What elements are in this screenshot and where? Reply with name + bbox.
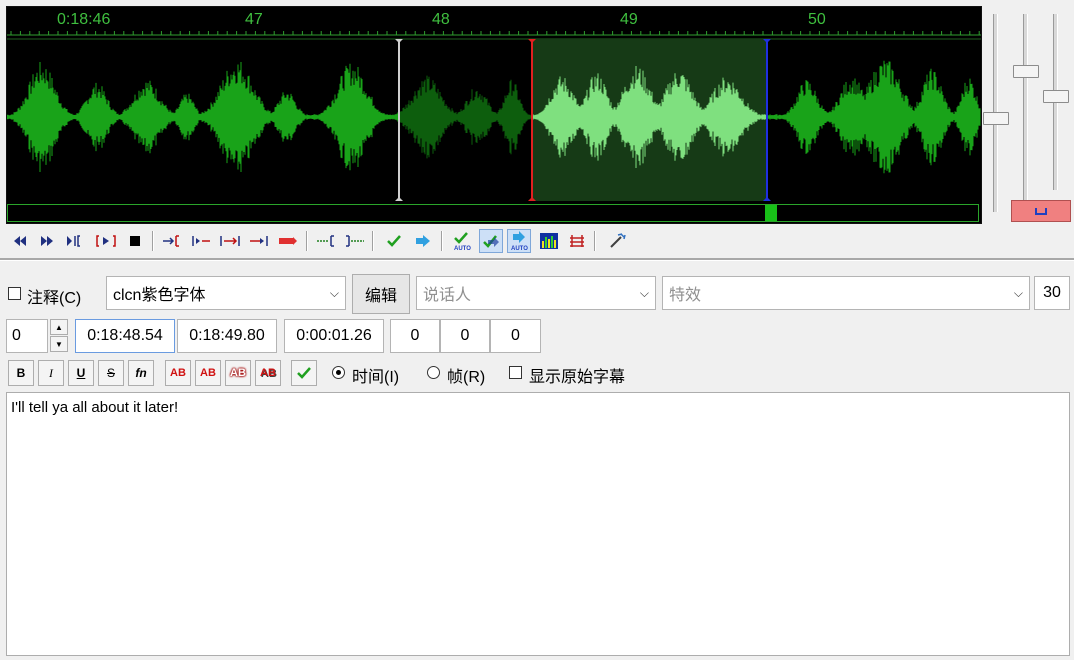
- secondary-color-button[interactable]: AB: [195, 360, 221, 386]
- volume-slider-thumb[interactable]: [1013, 65, 1039, 78]
- italic-button[interactable]: I: [38, 360, 64, 386]
- ruler-label: 0:18:46: [57, 11, 111, 28]
- primary-color-button[interactable]: AB: [165, 360, 191, 386]
- next-arrow-icon[interactable]: [411, 229, 435, 253]
- shadow-color-label: AB: [260, 367, 276, 379]
- duration-value: 0:00:01.26: [296, 327, 372, 344]
- split-icon[interactable]: [565, 229, 589, 253]
- style-select-value: clcn紫色字体: [113, 287, 206, 304]
- effect-placeholder: 特效: [669, 287, 702, 304]
- audio-waveform-display[interactable]: 0:18:46 47 48 49 50: [6, 6, 982, 224]
- underline-button[interactable]: U: [68, 360, 94, 386]
- play-after-icon[interactable]: [276, 229, 300, 253]
- set-begin-icon[interactable]: [314, 229, 338, 253]
- stop-icon[interactable]: [123, 229, 147, 253]
- commit-button[interactable]: [291, 360, 317, 386]
- wand-icon[interactable]: [606, 229, 630, 253]
- actor-select[interactable]: 说话人 ⌵: [416, 276, 656, 310]
- start-time-value: 0:18:48.54: [87, 327, 163, 344]
- outline-color-label: AB: [230, 367, 246, 379]
- bold-button[interactable]: B: [8, 360, 34, 386]
- margin-left-value: 0: [410, 327, 420, 344]
- frame-mode-radio[interactable]: [427, 366, 440, 379]
- audio-toolbar: AUTO AUTO: [8, 229, 648, 255]
- fast-forward-icon[interactable]: [35, 229, 59, 253]
- bold-label: B: [16, 366, 26, 380]
- play-begin-icon[interactable]: [189, 229, 213, 253]
- commit-check-icon[interactable]: [382, 229, 406, 253]
- rewind-icon[interactable]: [8, 229, 32, 253]
- duration-input[interactable]: 0:00:01.26: [284, 319, 384, 353]
- chevron-down-icon: ⌵: [1013, 286, 1023, 300]
- outline-color-button[interactable]: AB: [225, 360, 251, 386]
- comment-label[interactable]: 注释(C): [27, 284, 81, 308]
- layer-spin-down[interactable]: ▼: [50, 336, 68, 352]
- layer-input[interactable]: 0: [6, 319, 48, 353]
- volume-slider-track[interactable]: [1023, 14, 1028, 212]
- layer-spin-up[interactable]: ▲: [50, 319, 68, 335]
- vzoom-slider-thumb[interactable]: [1043, 90, 1069, 103]
- primary-color-label: AB: [170, 367, 186, 379]
- margin-vertical-input[interactable]: 0: [490, 319, 541, 353]
- auto-check-icon[interactable]: [479, 229, 503, 253]
- end-time-input[interactable]: 0:18:49.80: [177, 319, 277, 353]
- check-icon: [297, 367, 311, 379]
- margin-right-value: 0: [460, 327, 470, 344]
- char-count-value: 30: [1043, 284, 1061, 301]
- play-selection-icon[interactable]: [94, 229, 118, 253]
- ruler-label: 49: [620, 11, 638, 28]
- shadow-color-button[interactable]: AB: [255, 360, 281, 386]
- link-icon: [1035, 208, 1047, 215]
- end-time-value: 0:18:49.80: [189, 327, 265, 344]
- chevron-down-icon: ⌵: [329, 286, 339, 300]
- waveform-scrollbar[interactable]: [7, 204, 979, 222]
- link-sliders-button[interactable]: [1011, 200, 1071, 222]
- layer-value: 0: [12, 327, 21, 344]
- comment-checkbox[interactable]: [8, 287, 21, 300]
- strikeout-label: S: [106, 366, 115, 380]
- ruler-label: 48: [432, 11, 450, 28]
- waveform-scroll-thumb[interactable]: [765, 205, 777, 221]
- time-mode-radio[interactable]: [332, 366, 345, 379]
- font-label: fn: [135, 366, 147, 380]
- style-select[interactable]: clcn紫色字体 ⌵: [106, 276, 346, 310]
- time-mode-label[interactable]: 时间(I): [352, 363, 399, 387]
- set-end-icon[interactable]: [343, 229, 367, 253]
- play-region-icon[interactable]: [218, 229, 242, 253]
- font-button[interactable]: fn: [128, 360, 154, 386]
- actor-placeholder: 说话人: [423, 287, 472, 304]
- edit-style-label: 编辑: [364, 288, 397, 305]
- auto-next-icon[interactable]: AUTO: [507, 229, 531, 253]
- subtitle-text: I'll tell ya all about it later!: [11, 399, 179, 416]
- start-time-input[interactable]: 0:18:48.54: [75, 319, 175, 353]
- ruler-label: 50: [808, 11, 826, 28]
- char-count-field: 30: [1034, 276, 1070, 310]
- waveform-canvas[interactable]: [7, 7, 981, 223]
- auto-commit-icon[interactable]: AUTO: [450, 229, 474, 253]
- spectrum-icon[interactable]: [537, 229, 561, 253]
- effect-select[interactable]: 特效 ⌵: [662, 276, 1030, 310]
- chevron-down-icon: ⌵: [639, 286, 649, 300]
- secondary-color-label: AB: [200, 367, 216, 379]
- svg-text:AUTO: AUTO: [454, 246, 471, 252]
- show-original-label[interactable]: 显示原始字幕: [529, 363, 625, 387]
- play-end-icon[interactable]: [247, 229, 271, 253]
- strikeout-button[interactable]: S: [98, 360, 124, 386]
- edit-style-button[interactable]: 编辑: [352, 274, 410, 314]
- subtitle-text-editor[interactable]: I'll tell ya all about it later!: [6, 392, 1070, 656]
- set-start-icon[interactable]: [160, 229, 184, 253]
- time-ruler: 0:18:46 47 48 49 50: [7, 7, 981, 37]
- margin-left-input[interactable]: 0: [390, 319, 440, 353]
- italic-label: I: [49, 365, 53, 380]
- ruler-label: 47: [245, 11, 263, 28]
- play-from-start-icon[interactable]: [64, 229, 88, 253]
- panel-divider[interactable]: [0, 258, 1074, 261]
- frame-mode-label[interactable]: 帧(R): [447, 363, 485, 387]
- svg-text:AUTO: AUTO: [511, 246, 528, 252]
- margin-right-input[interactable]: 0: [440, 319, 490, 353]
- underline-label: U: [76, 366, 86, 380]
- show-original-checkbox[interactable]: [509, 366, 522, 379]
- margin-vertical-value: 0: [511, 327, 520, 344]
- zoom-slider-thumb[interactable]: [983, 112, 1009, 125]
